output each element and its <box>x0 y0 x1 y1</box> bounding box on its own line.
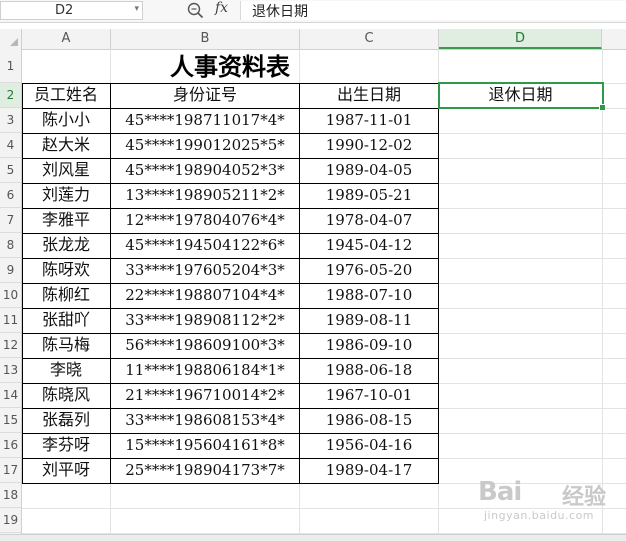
zoom-icon[interactable] <box>186 0 204 20</box>
cell-id[interactable]: 22****198807104*4* <box>111 283 299 307</box>
row-header-13[interactable]: 13 <box>0 358 21 383</box>
header-cell-id[interactable]: 身份证号 <box>111 83 299 107</box>
cell-birth[interactable]: 1976-05-20 <box>300 258 438 282</box>
row-header-5[interactable]: 5 <box>0 158 21 183</box>
column-header-c[interactable]: C <box>300 29 439 49</box>
chevron-down-icon[interactable]: ▾ <box>134 4 139 14</box>
fx-icon[interactable]: fx <box>215 0 228 16</box>
cell-birth[interactable]: 1988-06-18 <box>300 358 438 382</box>
column-header-d[interactable]: D <box>439 29 602 49</box>
cell-id[interactable]: 33****198908112*2* <box>111 308 299 332</box>
cell-birth[interactable]: 1986-08-15 <box>300 408 438 432</box>
column-header-a[interactable]: A <box>22 29 111 49</box>
cell-id[interactable]: 15****195604161*8* <box>111 433 299 457</box>
row-header-11[interactable]: 11 <box>0 308 21 333</box>
cell-id[interactable]: 45****198904052*3* <box>111 158 299 182</box>
row-header-4[interactable]: 4 <box>0 133 21 158</box>
header-cell-birth[interactable]: 出生日期 <box>300 83 438 107</box>
name-box[interactable]: D2 ▾ <box>0 1 143 20</box>
cell-name[interactable]: 李晓 <box>22 358 110 382</box>
fill-handle[interactable] <box>599 104 606 111</box>
header-cell-name[interactable]: 员工姓名 <box>22 83 110 107</box>
cell-id[interactable]: 11****198806184*1* <box>111 358 299 382</box>
column-header-b[interactable]: B <box>111 29 300 49</box>
row-header-8[interactable]: 8 <box>0 233 21 258</box>
watermark-brand-suffix: 经验 <box>562 485 607 510</box>
cell-name[interactable]: 刘平呀 <box>22 458 110 482</box>
cell-name[interactable]: 陈小小 <box>22 108 110 132</box>
name-box-value: D2 <box>55 3 74 18</box>
row-header-18[interactable]: 18 <box>0 483 21 508</box>
watermark-subtext: jingyan.baidu.com <box>484 509 595 522</box>
cell-birth[interactable]: 1987-11-01 <box>300 108 438 132</box>
cell-id[interactable]: 25****198904173*7* <box>111 458 299 482</box>
row-header-bar: 1 2 3 4 5 6 7 8 9 10 11 12 13 14 15 16 1… <box>0 49 22 541</box>
cell-id[interactable]: 45****198711017*4* <box>111 108 299 132</box>
cell-id[interactable]: 45****199012025*5* <box>111 133 299 157</box>
cell-birth[interactable]: 1989-04-05 <box>300 158 438 182</box>
row-header-9[interactable]: 9 <box>0 258 21 283</box>
cell-name[interactable]: 陈晓风 <box>22 383 110 407</box>
row-header-14[interactable]: 14 <box>0 383 21 408</box>
cell-birth[interactable]: 1989-05-21 <box>300 183 438 207</box>
cell-birth[interactable]: 1978-04-07 <box>300 208 438 232</box>
cell-name[interactable]: 李雅平 <box>22 208 110 232</box>
select-all-button[interactable] <box>0 29 22 49</box>
cell-id[interactable]: 33****198608153*4* <box>111 408 299 432</box>
worksheet-grid[interactable]: 人事资料表 员工姓名 身份证号 出生日期 退休日期 陈小小 45****1987… <box>22 49 626 541</box>
cell-birth[interactable]: 1956-04-16 <box>300 433 438 457</box>
row-header-12[interactable]: 12 <box>0 333 21 358</box>
cell-birth[interactable]: 1945-04-12 <box>300 233 438 257</box>
cell-name[interactable]: 陈马梅 <box>22 333 110 357</box>
row-header-16[interactable]: 16 <box>0 433 21 458</box>
row-header-1[interactable]: 1 <box>0 49 21 83</box>
cell-name[interactable]: 张龙龙 <box>22 233 110 257</box>
cell-name[interactable]: 陈呀欢 <box>22 258 110 282</box>
row-header-6[interactable]: 6 <box>0 183 21 208</box>
sheet-tab-bar[interactable] <box>0 534 626 541</box>
cell-name[interactable]: 陈柳红 <box>22 283 110 307</box>
cell-id[interactable]: 56****198609100*3* <box>111 333 299 357</box>
cell-name[interactable]: 刘莲力 <box>22 183 110 207</box>
formula-input-value: 退休日期 <box>252 4 308 20</box>
sheet-title[interactable]: 人事资料表 <box>22 52 438 82</box>
cell-birth[interactable]: 1989-08-11 <box>300 308 438 332</box>
row-header-7[interactable]: 7 <box>0 208 21 233</box>
cell-name[interactable]: 刘风星 <box>22 158 110 182</box>
watermark-logo: Bai 经验 jingyan.baidu.com <box>478 475 626 523</box>
column-header-bar: A B C D <box>0 29 626 50</box>
cell-id[interactable]: 13****198905211*2* <box>111 183 299 207</box>
cell-birth[interactable]: 1967-10-01 <box>300 383 438 407</box>
column-header-e[interactable] <box>602 29 626 49</box>
formula-input[interactable]: 退休日期 <box>240 1 626 20</box>
cell-birth[interactable]: 1989-04-17 <box>300 458 438 482</box>
cell-name[interactable]: 张磊列 <box>22 408 110 432</box>
row-header-19[interactable]: 19 <box>0 508 21 533</box>
cell-id[interactable]: 12****197804076*4* <box>111 208 299 232</box>
cell-name[interactable]: 李芬呀 <box>22 433 110 457</box>
row-header-3[interactable]: 3 <box>0 108 21 133</box>
cell-id[interactable]: 45****194504122*6* <box>111 233 299 257</box>
cell-birth[interactable]: 1988-07-10 <box>300 283 438 307</box>
cell-name[interactable]: 张甜吖 <box>22 308 110 332</box>
cell-id[interactable]: 21****196710014*2* <box>111 383 299 407</box>
cell-id[interactable]: 33****197605204*3* <box>111 258 299 282</box>
row-header-2[interactable]: 2 <box>0 83 21 108</box>
cell-birth[interactable]: 1986-09-10 <box>300 333 438 357</box>
cell-birth[interactable]: 1990-12-02 <box>300 133 438 157</box>
watermark-brand: Bai <box>478 477 522 507</box>
formula-bar: D2 ▾ fx 退休日期 <box>0 0 626 23</box>
row-header-10[interactable]: 10 <box>0 283 21 308</box>
cell-name[interactable]: 赵大米 <box>22 133 110 157</box>
active-cell-selection[interactable] <box>438 82 604 109</box>
row-header-17[interactable]: 17 <box>0 458 21 483</box>
row-header-15[interactable]: 15 <box>0 408 21 433</box>
